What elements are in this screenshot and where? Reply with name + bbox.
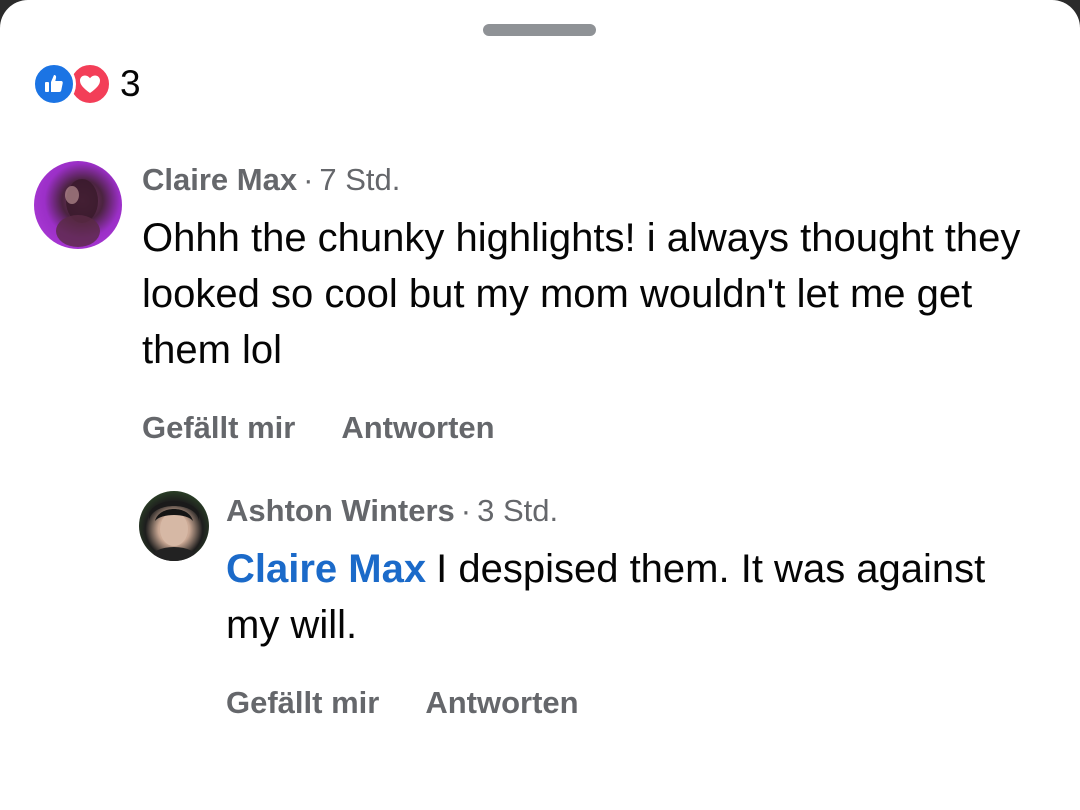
comment-actions: Gefällt mir Antworten — [142, 406, 1042, 450]
comments-sheet: 3 Claire Max · 7 Std. Ohhh the chunky high… — [0, 0, 1080, 810]
like-button[interactable]: Gefällt mir — [142, 406, 295, 450]
comment-meta: Ashton Winters · 3 Std. — [226, 489, 1046, 533]
avatar[interactable] — [34, 161, 122, 249]
meta-separator: · — [303, 162, 314, 197]
reaction-summary[interactable]: 3 — [32, 62, 141, 106]
reply-button[interactable]: Antworten — [425, 681, 578, 725]
reply-button[interactable]: Antworten — [341, 406, 494, 450]
comment-text: Claire Max I despised them. It was agains… — [226, 541, 1046, 653]
avatar[interactable] — [139, 491, 209, 561]
author-name[interactable]: Ashton Winters — [226, 493, 455, 528]
like-button[interactable]: Gefällt mir — [226, 681, 379, 725]
like-icon — [32, 62, 76, 106]
author-name[interactable]: Claire Max — [142, 162, 297, 197]
timestamp[interactable]: 3 Std. — [477, 493, 558, 528]
mention-link[interactable]: Claire Max — [226, 547, 426, 591]
comment: Claire Max · 7 Std. Ohhh the chunky highli… — [142, 158, 1042, 450]
comment-meta: Claire Max · 7 Std. — [142, 158, 1042, 202]
reaction-count: 3 — [120, 63, 141, 104]
comment-text: Ohhh the chunky highlights! i always tho… — [142, 216, 1021, 372]
meta-separator: · — [460, 493, 472, 528]
reply-comment: Ashton Winters · 3 Std. Claire Max I despis… — [226, 489, 1046, 725]
timestamp[interactable]: 7 Std. — [319, 162, 400, 197]
comment-actions: Gefällt mir Antworten — [226, 681, 1046, 725]
drag-handle[interactable] — [483, 24, 596, 36]
